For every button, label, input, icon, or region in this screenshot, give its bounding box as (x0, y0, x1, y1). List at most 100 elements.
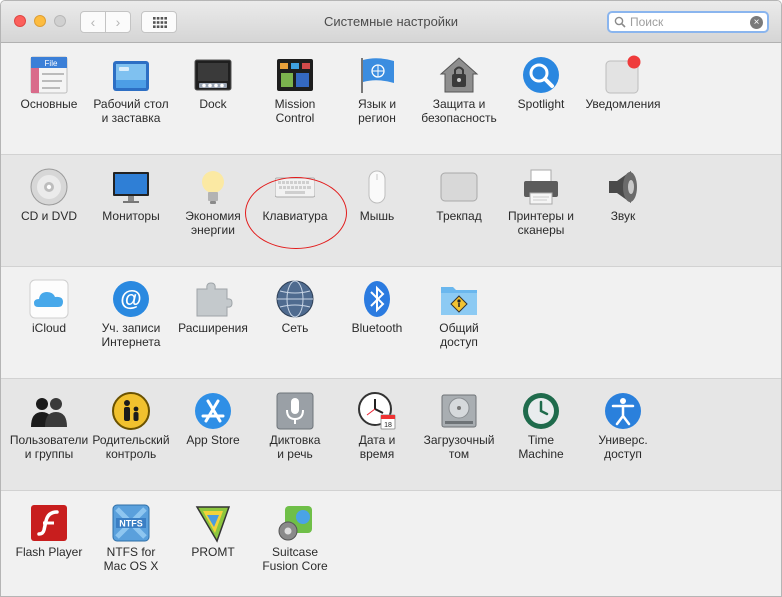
pane-label: CD и DVD (20, 209, 78, 223)
pane-dictation[interactable]: Диктовка и речь (254, 379, 336, 477)
pane-security[interactable]: Защита и безопасность (418, 43, 500, 141)
promt-icon (195, 506, 231, 543)
pane-keyboard[interactable]: Клавиатура (254, 155, 336, 253)
section-other: Flash Player NTFS NTFS for Mac OS X PROM… (1, 491, 781, 596)
pane-flash[interactable]: Flash Player (8, 491, 90, 589)
pane-label: PROMT (191, 545, 235, 559)
monitor-icon (113, 172, 149, 203)
pane-suitcase[interactable]: Suitcase Fusion Core (254, 491, 336, 589)
pane-label: Bluetooth (351, 321, 403, 335)
pane-label: Язык и регион (357, 97, 397, 125)
pane-network[interactable]: Сеть (254, 267, 336, 365)
pane-energy[interactable]: Экономия энергии (172, 155, 254, 253)
pane-desktop[interactable]: Рабочий стол и заставка (90, 43, 172, 141)
cloud-icon (29, 279, 69, 319)
users-icon (31, 398, 67, 427)
accessibility-icon (605, 393, 641, 429)
pane-mission-control[interactable]: Mission Control (254, 43, 336, 141)
pane-label: Дата и время (358, 433, 396, 461)
section-internet-wireless: iCloud @ Уч. записи Интернета Расширения… (1, 267, 781, 379)
section-hardware: CD и DVD Мониторы Экономия энергии Клави… (1, 155, 781, 267)
parental-icon (112, 392, 150, 430)
ntfs-logo-text: NTFS (119, 519, 143, 529)
bulb-icon (202, 171, 224, 204)
pane-label: NTFS for Mac OS X (103, 545, 159, 573)
pane-label: Мониторы (102, 209, 160, 223)
pane-cd-dvd[interactable]: CD и DVD (8, 155, 90, 253)
pane-mouse[interactable]: Мышь (336, 155, 418, 253)
keyboard-icon (275, 177, 315, 198)
calendar-day-text: 18 (384, 422, 392, 429)
pane-bluetooth[interactable]: Bluetooth (336, 267, 418, 365)
app-store-icon (195, 393, 231, 429)
search-field[interactable]: × (607, 11, 769, 33)
pane-date-time[interactable]: 18 Дата и время (336, 379, 418, 477)
ntfs-icon: NTFS (112, 504, 150, 542)
microphone-icon (276, 392, 314, 430)
pane-label: Диктовка и речь (269, 433, 321, 461)
pane-promt[interactable]: PROMT (172, 491, 254, 589)
pane-label: Suitcase Fusion Core (262, 545, 328, 573)
pane-label: Загрузочный том (423, 433, 495, 461)
pane-label: Уведомления (585, 97, 661, 111)
pane-label: Пользователи и группы (9, 433, 89, 461)
pane-label: Dock (199, 97, 227, 111)
pane-spotlight[interactable]: Spotlight (500, 43, 582, 141)
pane-users[interactable]: Пользователи и группы (8, 379, 90, 477)
disc-icon (30, 168, 68, 206)
desktop-icon (113, 61, 149, 91)
trackpad-icon (440, 172, 478, 202)
pane-ntfs[interactable]: NTFS NTFS for Mac OS X (90, 491, 172, 589)
pane-label: Принтеры и сканеры (508, 209, 574, 237)
mouse-icon (368, 170, 386, 204)
notifications-icon (605, 55, 641, 94)
pane-label: iCloud (31, 321, 67, 335)
clear-search-icon[interactable]: × (750, 16, 763, 29)
pane-printers[interactable]: Принтеры и сканеры (500, 155, 582, 253)
pane-label: Родительский контроль (92, 433, 170, 461)
pane-label: Мышь (359, 209, 395, 223)
house-lock-icon (439, 57, 479, 93)
general-file-text: File (45, 59, 58, 68)
pane-app-store[interactable]: App Store (172, 379, 254, 477)
pane-label: Time Machine (518, 433, 564, 461)
pane-startup-disk[interactable]: Загрузочный том (418, 379, 500, 477)
mission-control-icon (277, 59, 313, 91)
pane-notifications[interactable]: Уведомления (582, 43, 664, 141)
bluetooth-icon (364, 281, 390, 317)
svg-text:@: @ (120, 286, 141, 311)
pane-label: Трекпад (436, 209, 482, 223)
pane-label: Основные (20, 97, 78, 111)
pane-dock[interactable]: Dock (172, 43, 254, 141)
pane-extensions[interactable]: Расширения (172, 267, 254, 365)
globe-icon (276, 280, 314, 318)
pane-parental[interactable]: Родительский контроль (90, 379, 172, 477)
pane-general[interactable]: File Основные (8, 43, 90, 141)
pane-displays[interactable]: Мониторы (90, 155, 172, 253)
pane-icloud[interactable]: iCloud (8, 267, 90, 365)
clock-calendar-icon: 18 (358, 392, 396, 430)
system-preferences-window: ‹ › Системные настройки × (0, 0, 782, 597)
pane-label: Звук (610, 209, 636, 223)
pane-sound[interactable]: Звук (582, 155, 664, 253)
pane-label: Защита и безопасность (421, 97, 497, 125)
pane-label: Универс. доступ (598, 433, 648, 461)
pane-label: Flash Player (15, 545, 83, 559)
pane-label: Расширения (178, 321, 248, 335)
pane-accessibility[interactable]: Универс. доступ (582, 379, 664, 477)
pane-internet-accounts[interactable]: @ Уч. записи Интернета (90, 267, 172, 365)
general-icon: File (30, 56, 68, 94)
pane-time-machine[interactable]: Time Machine (500, 379, 582, 477)
pane-language[interactable]: Язык и регион (336, 43, 418, 141)
pane-label: Сеть (281, 321, 309, 335)
search-input[interactable] (630, 14, 750, 30)
search-icon (614, 16, 626, 28)
hard-drive-icon (441, 394, 477, 428)
pane-trackpad[interactable]: Трекпад (418, 155, 500, 253)
shared-folder-icon (441, 287, 477, 315)
section-system: Пользователи и группы Родительский контр… (1, 379, 781, 491)
time-machine-icon (523, 393, 559, 429)
puzzle-icon (196, 282, 233, 317)
pane-sharing[interactable]: Общий доступ (418, 267, 500, 365)
section-personal: File Основные Рабочий стол и заставка Do… (1, 43, 781, 155)
